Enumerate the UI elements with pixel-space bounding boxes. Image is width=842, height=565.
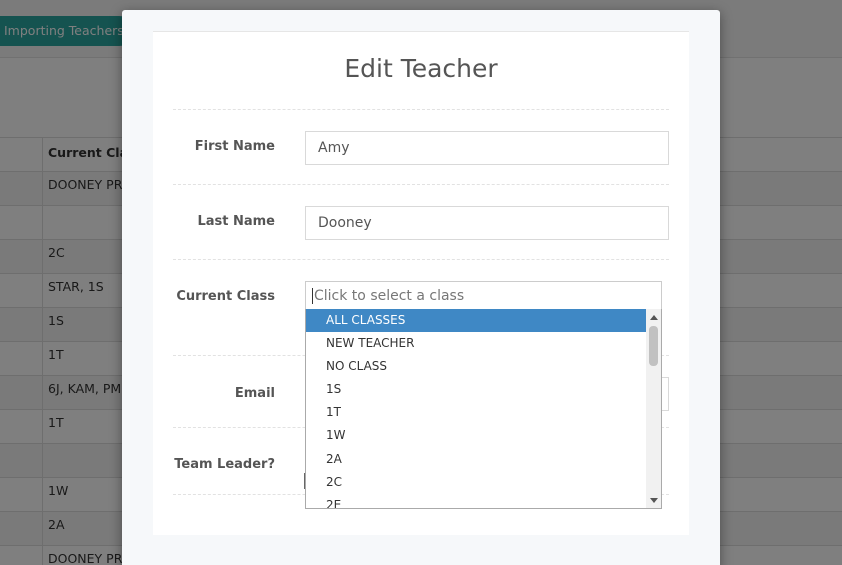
class-option-all-classes[interactable]: ALL CLASSES xyxy=(306,309,647,333)
class-option[interactable]: 2C xyxy=(306,471,647,494)
divider xyxy=(173,109,669,110)
last-name-field[interactable]: Dooney xyxy=(305,206,669,240)
first-name-label: First Name xyxy=(194,139,275,154)
select-placeholder: Click to select a class xyxy=(314,288,465,304)
class-option-no-class[interactable]: NO CLASS xyxy=(306,355,647,378)
email-label: Email xyxy=(234,386,275,401)
class-option-new-teacher[interactable]: NEW TEACHER xyxy=(306,332,647,355)
class-options-list: ALL CLASSES NEW TEACHER NO CLASS 1S 1T 1… xyxy=(306,309,647,508)
last-name-label: Last Name xyxy=(197,214,275,229)
modal-content: Edit Teacher First Name Amy Last Name Do… xyxy=(153,31,689,535)
class-dropdown[interactable]: ALL CLASSES NEW TEACHER NO CLASS 1S 1T 1… xyxy=(305,309,662,509)
team-leader-label: Team Leader? xyxy=(174,457,275,472)
class-option[interactable]: 1T xyxy=(306,401,647,424)
dropdown-scrollbar[interactable] xyxy=(646,309,661,508)
class-option[interactable]: 1W xyxy=(306,424,647,447)
class-option[interactable]: 2A xyxy=(306,448,647,471)
modal-title: Edit Teacher xyxy=(344,54,498,83)
scroll-down-arrow-icon[interactable] xyxy=(650,498,658,503)
divider xyxy=(173,259,669,260)
class-option[interactable]: 2E xyxy=(306,494,647,508)
edit-teacher-modal: Edit Teacher First Name Amy Last Name Do… xyxy=(122,10,720,565)
first-name-field[interactable]: Amy xyxy=(305,131,669,165)
class-option[interactable]: 1S xyxy=(306,378,647,401)
text-caret xyxy=(312,288,313,304)
scrollbar-thumb[interactable] xyxy=(649,326,658,366)
current-class-select[interactable]: Click to select a class xyxy=(305,281,662,311)
scroll-up-arrow-icon[interactable] xyxy=(650,315,658,320)
current-class-label: Current Class xyxy=(176,289,275,304)
divider xyxy=(173,184,669,185)
